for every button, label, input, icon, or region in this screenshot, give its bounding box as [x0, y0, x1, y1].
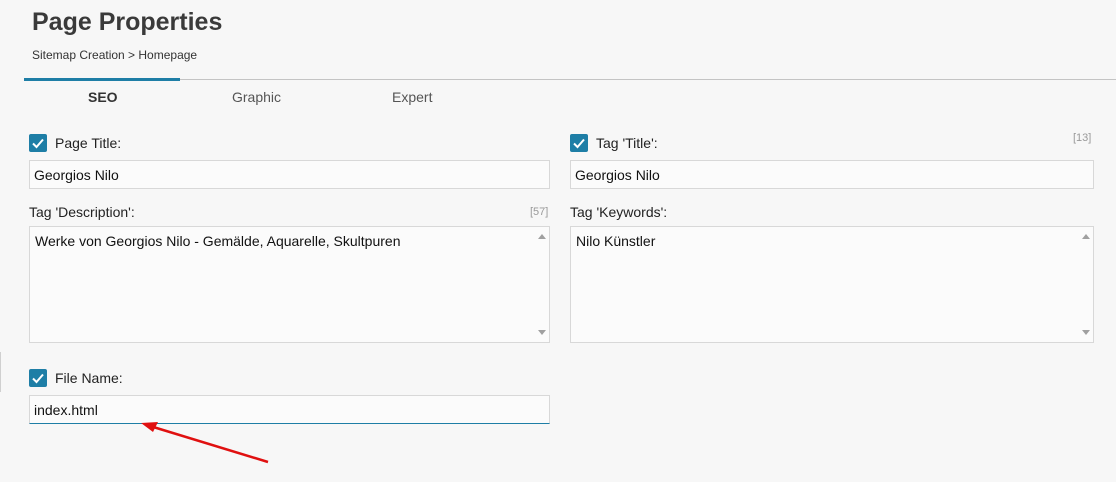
- annotation-arrow-icon: [141, 422, 269, 464]
- page-properties-panel: Page Properties Sitemap Creation > Homep…: [0, 0, 1116, 482]
